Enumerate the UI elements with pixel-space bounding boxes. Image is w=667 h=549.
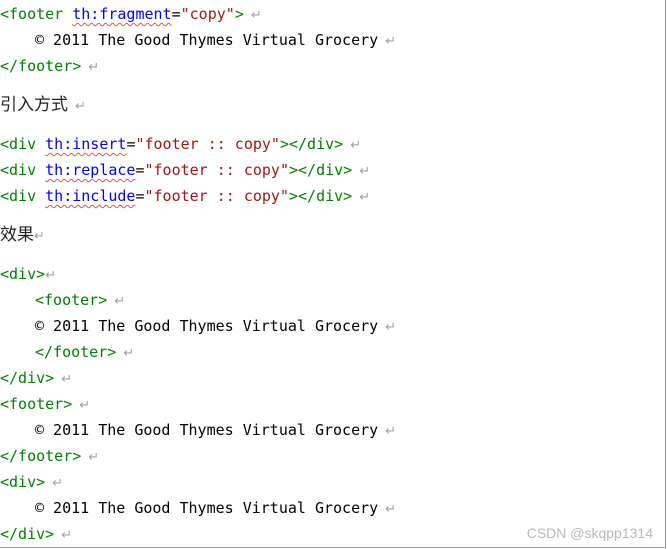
heading-import-methods: 引入方式 ↵ xyxy=(0,92,86,118)
paragraph-mark-icon: ↵ xyxy=(123,346,135,361)
result-line-footer-open: <footer> ↵ xyxy=(0,391,90,417)
paragraph-mark-icon: ↵ xyxy=(114,294,126,309)
paragraph-mark-icon: ↵ xyxy=(61,528,73,543)
tag-open: <footer xyxy=(0,5,73,23)
tag-open: <div xyxy=(0,187,46,205)
tag-open: <div xyxy=(0,161,46,179)
copyright-text: © 2011 The Good Thymes Virtual Grocery xyxy=(35,31,379,49)
tag-open: <div> xyxy=(0,265,46,283)
paragraph-mark-icon: ↵ xyxy=(359,164,371,179)
code-line-fragment-open: <footer th:fragment="copy"> ↵ xyxy=(0,1,262,27)
heading-effect: 效果↵ xyxy=(0,222,45,248)
result-line-footer-close: </footer> ↵ xyxy=(0,443,99,469)
tag-open: <div> xyxy=(0,473,46,491)
tag-open: <footer> xyxy=(0,395,73,413)
closing-tag: </div> xyxy=(0,525,55,543)
result-line-footer-close: </footer> ↵ xyxy=(35,339,134,365)
paragraph-mark-icon: ↵ xyxy=(52,476,64,491)
equals-sign: = xyxy=(135,187,145,205)
closing-tag: </footer> xyxy=(0,447,82,465)
paragraph-mark-icon: ↵ xyxy=(34,229,45,244)
attribute-value: "footer :: copy" xyxy=(135,135,280,153)
equals-sign: = xyxy=(171,5,181,23)
paragraph-mark-icon: ↵ xyxy=(75,99,86,114)
paragraph-mark-icon: ↵ xyxy=(359,190,371,205)
copyright-text: © 2011 The Good Thymes Virtual Grocery xyxy=(35,421,379,439)
result-line-div-close: </div> ↵ xyxy=(0,521,72,547)
attribute-name: th:insert xyxy=(45,135,127,153)
attribute-value: "footer :: copy" xyxy=(144,161,290,179)
result-line-copyright: © 2011 The Good Thymes Virtual Grocery ↵ xyxy=(35,313,396,339)
closing-tag: </footer> xyxy=(0,57,82,75)
tag-open: <div xyxy=(0,135,46,153)
heading-text: 效果 xyxy=(0,225,34,245)
paragraph-mark-icon: ↵ xyxy=(385,502,397,517)
tag-close: ></div> xyxy=(279,135,344,153)
heading-text: 引入方式 xyxy=(0,95,68,115)
copyright-text: © 2011 The Good Thymes Virtual Grocery xyxy=(35,499,379,517)
code-line-th-insert: <div th:insert="footer :: copy"></div> ↵ xyxy=(0,131,361,157)
paragraph-mark-icon: ↵ xyxy=(88,60,100,75)
document-frame xyxy=(0,0,666,548)
result-line-copyright: © 2011 The Good Thymes Virtual Grocery ↵ xyxy=(35,495,396,521)
result-line-div-close: </div> ↵ xyxy=(0,365,72,391)
paragraph-mark-icon: ↵ xyxy=(88,450,100,465)
result-line-copyright: © 2011 The Good Thymes Virtual Grocery ↵ xyxy=(35,417,396,443)
code-line-copyright: © 2011 The Good Thymes Virtual Grocery ↵ xyxy=(35,27,396,53)
code-line-footer-close: </footer> ↵ xyxy=(0,53,99,79)
attribute-name: th:fragment xyxy=(72,5,172,23)
attribute-name: th:replace xyxy=(45,161,136,179)
attribute-value: "footer :: copy" xyxy=(144,187,290,205)
attribute-name: th:include xyxy=(45,187,136,205)
closing-tag: </div> xyxy=(0,369,55,387)
equals-sign: = xyxy=(135,161,145,179)
paragraph-mark-icon: ↵ xyxy=(61,372,73,387)
attribute-value: "copy" xyxy=(180,5,235,23)
tag-close: ></div> xyxy=(289,187,353,205)
paragraph-mark-icon: ↵ xyxy=(385,320,397,335)
tag-open: <footer> xyxy=(35,291,108,309)
code-line-th-include: <div th:include="footer :: copy"></div> ↵ xyxy=(0,183,370,209)
result-line-footer-open: <footer> ↵ xyxy=(35,287,125,313)
paragraph-mark-icon: ↵ xyxy=(45,268,57,283)
tag-close: ></div> xyxy=(289,161,353,179)
result-line-div-open: <div>↵ xyxy=(0,261,56,287)
result-line-div-open: <div> ↵ xyxy=(0,469,63,495)
paragraph-mark-icon: ↵ xyxy=(385,34,397,49)
code-line-th-replace: <div th:replace="footer :: copy"></div> ↵ xyxy=(0,157,370,183)
paragraph-mark-icon: ↵ xyxy=(385,424,397,439)
paragraph-mark-icon: ↵ xyxy=(250,8,262,23)
copyright-text: © 2011 The Good Thymes Virtual Grocery xyxy=(35,317,379,335)
tag-close: > xyxy=(234,5,244,23)
watermark: CSDN @skqpp1314 xyxy=(526,525,653,541)
closing-tag: </footer> xyxy=(35,343,117,361)
paragraph-mark-icon: ↵ xyxy=(350,138,362,153)
paragraph-mark-icon: ↵ xyxy=(79,398,91,413)
